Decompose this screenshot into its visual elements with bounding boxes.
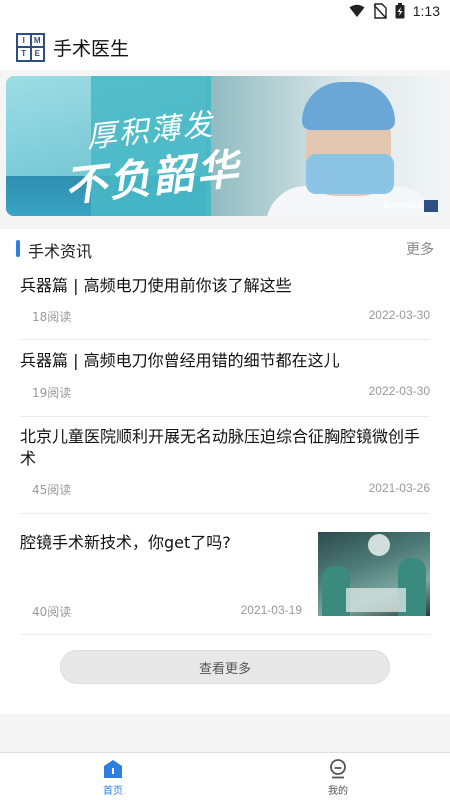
article-reads: 40阅读: [32, 605, 72, 619]
article-date: 2022-03-30: [368, 308, 430, 322]
bottom-nav: 首页 我的: [0, 752, 450, 800]
article-reads: 19阅读: [32, 386, 72, 400]
nav-label-profile: 我的: [328, 786, 348, 797]
more-link[interactable]: 更多: [406, 239, 434, 259]
article-reads: 18阅读: [32, 310, 72, 324]
article-title: 北京儿童医院顺利开展无名动脉压迫综合征胸腔镜微创手术: [20, 427, 421, 468]
article-date: 2022-03-30: [368, 384, 430, 398]
promo-banner[interactable]: 厚积薄发 不负韶华 BOYITIMES: [6, 76, 444, 216]
status-time: 1:13: [412, 3, 440, 19]
nav-item-profile[interactable]: 我的: [308, 759, 368, 797]
article-title: 兵器篇 | 高频电刀使用前你该了解这些: [20, 276, 292, 295]
load-more-button[interactable]: 查看更多: [60, 650, 390, 684]
nav-label-home: 首页: [103, 786, 123, 797]
nav-item-home[interactable]: 首页: [83, 759, 143, 797]
article-item[interactable]: 兵器篇 | 高频电刀你曾经用错的细节都在这儿 19阅读 2022-03-30: [20, 340, 430, 417]
article-reads: 45阅读: [32, 483, 72, 497]
app-header: I M T E 手术医生: [0, 24, 450, 70]
banner-brand: BOYITIMES: [383, 203, 422, 210]
section-accent-bar: [16, 240, 20, 257]
article-title: 兵器篇 | 高频电刀你曾经用错的细节都在这儿: [20, 351, 340, 370]
article-date: 2021-03-19: [240, 603, 302, 617]
article-date: 2021-03-26: [368, 481, 430, 495]
article-item[interactable]: 北京儿童医院顺利开展无名动脉压迫综合征胸腔镜微创手术 45阅读 2021-03-…: [20, 417, 430, 514]
article-title: 腔镜手术新技术，你get了吗?: [20, 533, 231, 552]
section-header: 手术资讯 更多: [0, 229, 450, 267]
home-icon: [104, 760, 122, 778]
battery-charging-icon: [395, 3, 405, 19]
news-section: 手术资讯 更多 兵器篇 | 高频电刀使用前你该了解这些 18阅读 2022-03…: [0, 229, 450, 714]
profile-icon: [330, 759, 346, 779]
brand-logo-icon: [424, 200, 438, 212]
wifi-icon: [349, 4, 365, 17]
section-title: 手术资讯: [28, 242, 93, 261]
article-item[interactable]: 兵器篇 | 高频电刀使用前你该了解这些 18阅读 2022-03-30: [20, 267, 430, 340]
article-thumbnail: [318, 532, 430, 616]
app-logo: I M T E: [16, 32, 45, 62]
article-item[interactable]: 腔镜手术新技术，你get了吗? 40阅读 2021-03-19: [20, 514, 430, 635]
app-title: 手术医生: [53, 37, 130, 60]
no-sim-icon: [373, 3, 387, 19]
status-bar: 1:13: [0, 0, 450, 24]
